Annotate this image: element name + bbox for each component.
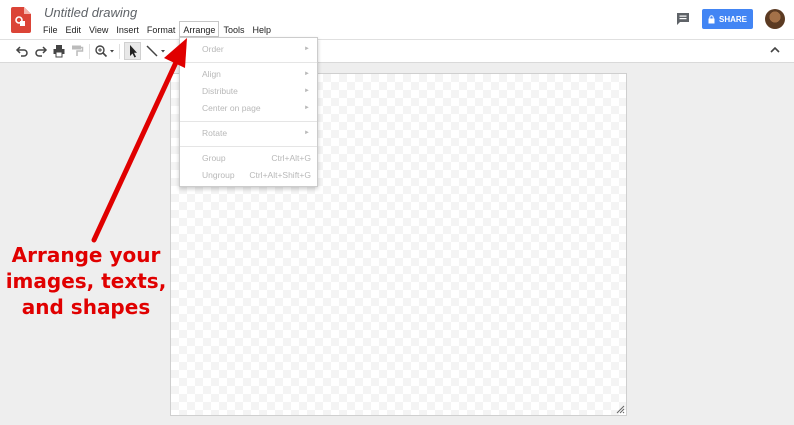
line-icon[interactable] — [145, 44, 159, 58]
lock-icon — [708, 14, 715, 23]
comments-icon[interactable] — [675, 11, 691, 27]
app-header: Untitled drawing File Edit View Insert F… — [0, 0, 794, 39]
menu-separator — [180, 146, 317, 147]
menu-item-center-on-page[interactable]: Center on page ► — [180, 100, 317, 116]
print-icon[interactable] — [52, 44, 66, 58]
menu-bar: File Edit View Insert Format Arrange Too… — [39, 21, 275, 38]
zoom-icon[interactable] — [94, 44, 108, 58]
toolbar-separator — [119, 44, 120, 59]
submenu-arrow-icon: ► — [304, 46, 310, 52]
menu-arrange[interactable]: Arrange — [179, 21, 220, 37]
menu-file[interactable]: File — [39, 21, 62, 37]
menu-item-rotate[interactable]: Rotate ► — [180, 125, 317, 141]
submenu-arrow-icon: ► — [304, 88, 310, 94]
menu-item-align[interactable]: Align ► — [180, 66, 317, 82]
menu-separator — [180, 121, 317, 122]
cursor-icon — [130, 45, 137, 58]
document-title[interactable]: Untitled drawing — [44, 5, 137, 20]
collapse-toolbar-icon[interactable] — [769, 44, 781, 56]
menu-item-label: Order — [202, 44, 224, 54]
undo-icon[interactable] — [15, 44, 29, 58]
annotation-line: images, texts, — [5, 269, 167, 293]
menu-view[interactable]: View — [85, 21, 112, 37]
menu-item-label: Ungroup — [202, 170, 235, 180]
avatar[interactable] — [765, 9, 785, 29]
menu-item-shortcut: Ctrl+Alt+G — [271, 153, 311, 163]
toolbar-separator — [89, 44, 90, 59]
menu-item-ungroup[interactable]: Ungroup Ctrl+Alt+Shift+G — [180, 167, 317, 183]
menu-insert[interactable]: Insert — [112, 21, 143, 37]
menu-item-label: Align — [202, 69, 221, 79]
submenu-arrow-icon: ► — [304, 71, 310, 77]
share-button[interactable]: SHARE — [702, 9, 753, 29]
submenu-arrow-icon: ► — [304, 105, 310, 111]
resize-handle-icon[interactable] — [616, 405, 625, 414]
share-label: SHARE — [718, 14, 747, 24]
zoom-dropdown-icon[interactable] — [108, 44, 116, 58]
annotation-line: Arrange your — [11, 243, 161, 267]
submenu-arrow-icon: ► — [304, 130, 310, 136]
menu-item-distribute[interactable]: Distribute ► — [180, 83, 317, 99]
menu-edit[interactable]: Edit — [62, 21, 86, 37]
menu-item-label: Distribute — [202, 86, 238, 96]
annotation-line: and shapes — [21, 295, 151, 319]
select-tool-button[interactable] — [124, 42, 141, 60]
menu-item-label: Rotate — [202, 128, 228, 138]
menu-help[interactable]: Help — [248, 21, 275, 37]
annotation-text: Arrange your images, texts, and shapes — [0, 242, 172, 320]
menu-tools[interactable]: Tools — [219, 21, 248, 37]
redo-icon[interactable] — [34, 44, 48, 58]
menu-separator — [180, 62, 317, 63]
menu-item-label: Group — [202, 153, 226, 163]
menu-item-order[interactable]: Order ► — [180, 41, 317, 57]
menu-format[interactable]: Format — [143, 21, 180, 37]
menu-item-label: Center on page — [202, 103, 261, 113]
line-dropdown-icon[interactable] — [159, 44, 167, 58]
toolbar — [0, 39, 794, 63]
drawings-logo-icon[interactable] — [11, 7, 31, 33]
menu-item-shortcut: Ctrl+Alt+Shift+G — [249, 170, 311, 180]
arrange-menu: Order ► Align ► Distribute ► Center on page… — [179, 37, 318, 187]
paint-format-icon[interactable] — [70, 44, 84, 58]
menu-item-group[interactable]: Group Ctrl+Alt+G — [180, 150, 317, 166]
